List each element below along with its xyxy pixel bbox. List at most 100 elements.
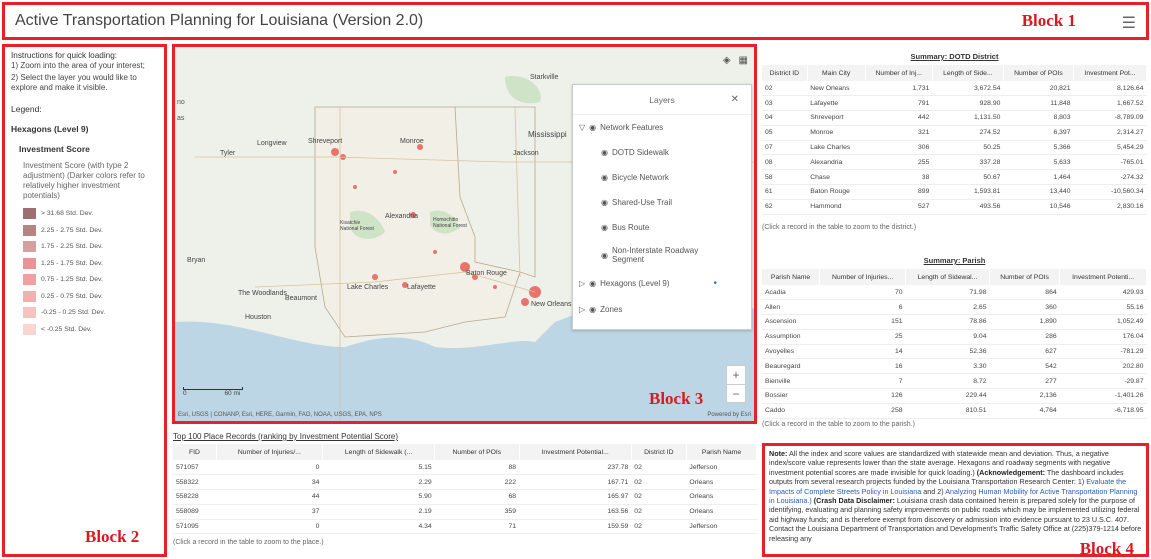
layers-panel-title: Layers <box>649 94 675 105</box>
city-shreveport: Shreveport <box>308 138 343 145</box>
ack-mid: and 2) <box>921 486 946 496</box>
table-cell: 02 <box>631 489 687 505</box>
column-header[interactable]: Number of POIs <box>1003 65 1075 81</box>
city-lakecharles: Lake Charles <box>347 284 389 291</box>
table-row[interactable]: 07 Lake Charles 306 50.25 5,366 5,454.29 <box>762 140 1147 156</box>
layer-dotd-sidewalk[interactable]: ◉ DOTD Sidewalk <box>601 148 751 157</box>
column-header[interactable]: Number of Injuries... <box>819 269 907 285</box>
column-header[interactable]: Number of Inj... <box>865 65 933 81</box>
table-row[interactable]: 558228 44 5.90 68 165.97 02 Orleans <box>173 489 757 505</box>
column-header[interactable]: District ID <box>762 65 808 81</box>
city-longview: Longview <box>257 140 287 147</box>
table-row[interactable]: 571095 0 4.34 71 159.59 02 Jefferson <box>173 519 757 535</box>
eye-icon[interactable]: ◉ <box>601 173 608 182</box>
eye-icon[interactable]: ◉ <box>601 198 608 207</box>
scale-bar: 0 60 mi <box>183 387 243 397</box>
city-neworleans: New Orleans <box>531 301 572 308</box>
eye-icon[interactable]: ◉ <box>589 305 596 314</box>
table-cell: 2,830.16 <box>1073 199 1147 215</box>
table-row[interactable]: 05 Monroe 321 274.52 6,397 2,314.27 <box>762 125 1147 141</box>
table-cell: 6 <box>819 299 906 316</box>
column-header[interactable]: Investment Potenti... <box>1059 269 1147 285</box>
table-row[interactable]: 02 New Orleans 1,731 3,672.54 20,821 8,126.64 <box>762 81 1147 97</box>
legend-swatch <box>23 290 36 302</box>
chevron-right-icon[interactable]: ▷ <box>579 279 585 288</box>
table-row[interactable]: 558089 37 2.19 359 163.56 02 Orleans <box>173 504 757 520</box>
hamburger-icon[interactable]: ☰ <box>1122 13 1136 33</box>
layer-hexagons[interactable]: ▷ ◉ Hexagons (Level 9) • <box>579 278 751 289</box>
table-cell: 14 <box>819 344 906 360</box>
column-header[interactable]: Parish Name <box>686 444 758 460</box>
table-cell: 25 <box>819 329 906 345</box>
table-row[interactable]: Acadia 70 71.98 864 429.93 <box>762 285 1147 301</box>
table-row[interactable]: Ascension 151 78.86 1,890 1,052.49 <box>762 314 1147 330</box>
table-cell: 5,366 <box>1003 140 1074 156</box>
table-row[interactable]: 62 Hammond 527 493.56 10,546 2,830.16 <box>762 199 1147 215</box>
table-row[interactable]: Bossier 126 229.44 2,136 -1,401.26 <box>762 388 1147 404</box>
table-row[interactable]: 558322 34 2.29 222 167.71 02 Orleans <box>173 474 757 491</box>
table-row[interactable]: Bienville 7 8.72 277 -29.87 <box>762 373 1147 390</box>
map-view[interactable]: no as Starkville Longview Shreveport Mon… <box>172 44 757 424</box>
table-row[interactable]: 61 Baton Rouge 899 1,593.81 13,440 -10,560.34 <box>762 184 1147 200</box>
powered-by-esri[interactable]: Powered by Esri <box>707 412 751 418</box>
column-header[interactable]: District ID <box>631 444 687 460</box>
legend-item-label: 2.25 - 2.75 Std. Dev. <box>41 226 103 234</box>
layer-network-features[interactable]: ▽ ◉ Network Features <box>579 123 751 132</box>
column-header[interactable]: FID <box>173 444 217 460</box>
eye-icon[interactable]: ◉ <box>589 279 596 288</box>
table-cell: Bienville <box>762 373 820 390</box>
chevron-down-icon[interactable]: ▽ <box>579 123 585 132</box>
zoom-in-button[interactable]: + <box>727 366 745 384</box>
column-header[interactable]: Length of Side... <box>932 65 1004 81</box>
table-row[interactable]: 571057 0 5.15 88 237.78 02 Jefferson <box>173 460 757 476</box>
column-header[interactable]: Number of POIs <box>989 269 1061 285</box>
layers-stack-icon[interactable]: ◈ <box>723 55 731 66</box>
table-cell: Orleans <box>686 474 757 491</box>
chevron-right-icon[interactable]: ▷ <box>579 305 585 314</box>
table-row[interactable]: 58 Chase 38 50.67 1,464 -274.32 <box>762 169 1147 186</box>
table-row[interactable]: Allen 6 2.65 360 55.16 <box>762 299 1147 316</box>
notes-panel: Note: All the index and score values are… <box>762 443 1149 557</box>
legend-item: < -0.25 Std. Dev. <box>23 321 158 338</box>
legend-swatch <box>23 208 36 220</box>
table-row[interactable]: 04 Shreveport 442 1,131.50 8,803 -8,789.09 <box>762 110 1147 126</box>
legend-item: 2.25 - 2.75 Std. Dev. <box>23 222 158 239</box>
layer-bus-route[interactable]: ◉ Bus Route <box>601 223 751 232</box>
eye-icon[interactable]: ◉ <box>601 223 608 232</box>
legend-item: > 31.68 Std. Dev. <box>23 206 158 223</box>
column-header[interactable]: Length of Sidewal... <box>905 269 990 285</box>
table-row[interactable]: Beauregard 16 3.30 542 202.80 <box>762 358 1147 375</box>
column-header[interactable]: Investment Potential... <box>519 444 632 460</box>
table-cell: 02 <box>631 519 687 535</box>
layer-zones[interactable]: ▷ ◉ Zones <box>579 305 751 314</box>
legend-item: 0.75 - 1.25 Std. Dev. <box>23 272 158 289</box>
table-row[interactable]: Avoyelles 14 52.36 627 -781.29 <box>762 344 1147 360</box>
column-header[interactable]: Number of Injuries/... <box>216 444 323 460</box>
eye-icon[interactable]: ◉ <box>589 123 596 132</box>
column-header[interactable]: Investment Pot... <box>1073 65 1147 81</box>
zoom-out-button[interactable]: − <box>727 384 745 402</box>
instructions-title: Instructions for quick loading: <box>11 51 118 60</box>
column-header[interactable]: Parish Name <box>762 269 821 285</box>
column-header[interactable]: Length of Sidewalk (... <box>322 444 436 460</box>
table-row[interactable]: 03 Lafayette 791 928.90 11,848 1,667.52 <box>762 95 1147 112</box>
instruction-1: 1) Zoom into the area of your interest; <box>11 61 145 70</box>
eye-icon[interactable]: ◉ <box>601 148 608 157</box>
table-row[interactable]: Caddo 258 810.51 4,764 -6,718.95 <box>762 403 1147 419</box>
table-cell: 02 <box>631 504 687 520</box>
eye-icon[interactable]: ◉ <box>601 251 608 260</box>
column-header[interactable]: Number of POIs <box>434 444 520 460</box>
layer-bicycle-network[interactable]: ◉ Bicycle Network <box>601 173 751 182</box>
table-cell: 2.19 <box>322 504 435 520</box>
layer-shared-use-trail[interactable]: ◉ Shared-Use Trail <box>601 198 751 207</box>
layer-roadway-segment[interactable]: ◉ Non-Interstate Roadway Segment <box>601 246 721 264</box>
table-cell: 274.52 <box>932 125 1004 141</box>
table-cell: 258 <box>819 403 906 419</box>
table-row[interactable]: 08 Alexandria 255 337.28 5,633 -765.01 <box>762 154 1147 171</box>
legend-swatch <box>23 323 36 335</box>
table-row[interactable]: Assumption 25 9.04 286 176.04 <box>762 329 1147 345</box>
close-icon[interactable]: ✕ <box>731 94 739 105</box>
column-header[interactable]: Main City <box>807 65 866 81</box>
table-cell: 558089 <box>173 504 217 520</box>
basemap-gallery-icon[interactable]: ▦ <box>739 55 748 66</box>
